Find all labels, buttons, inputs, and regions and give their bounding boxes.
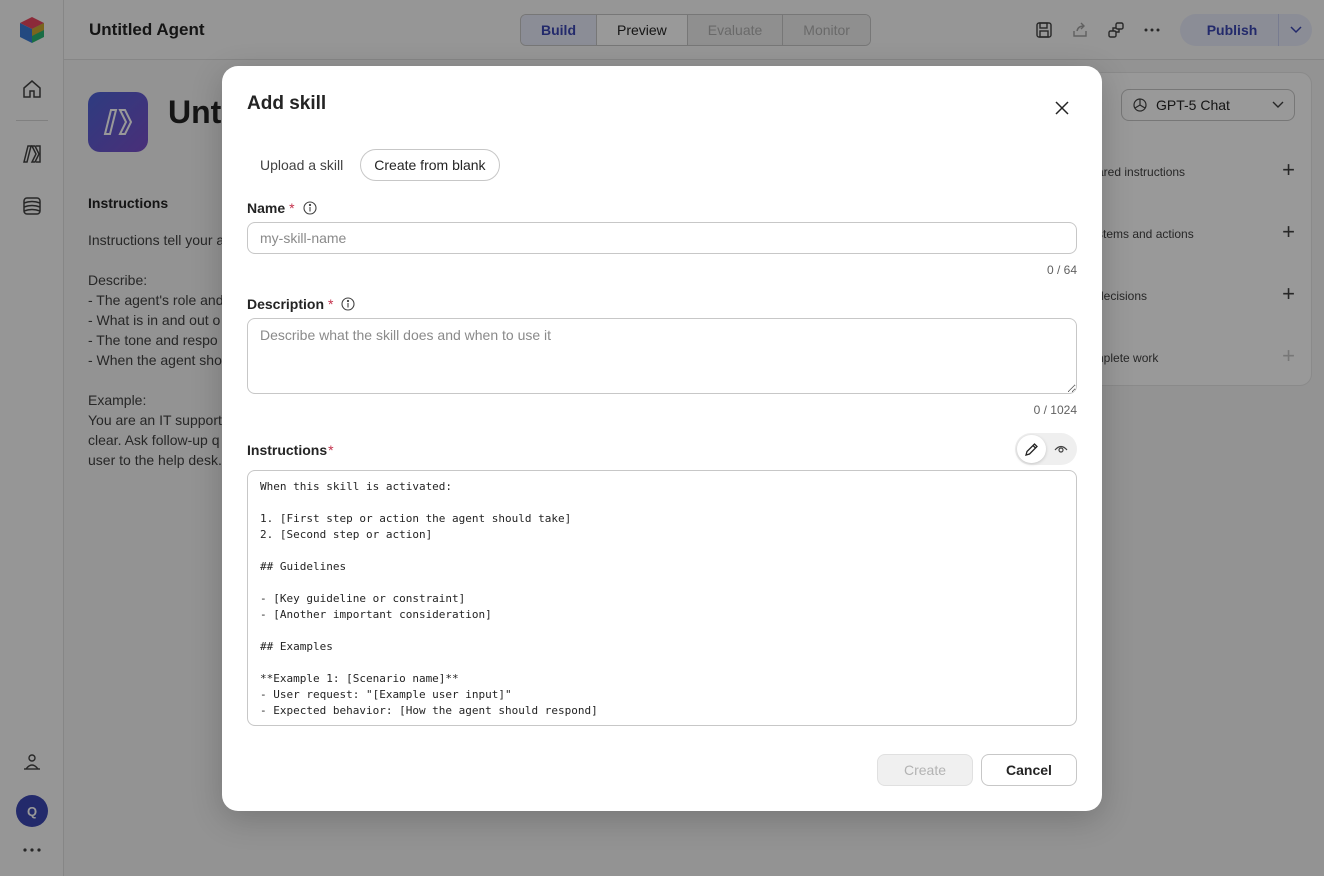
eye-icon <box>1054 445 1067 453</box>
edit-mode-button[interactable] <box>1017 435 1046 463</box>
edit-preview-toggle <box>1015 433 1077 465</box>
tab-create-from-blank[interactable]: Create from blank <box>360 149 500 181</box>
description-label-text: Description <box>247 296 325 312</box>
description-char-counter: 0 / 1024 <box>1033 403 1077 417</box>
required-mark: * <box>289 200 295 216</box>
close-icon[interactable] <box>1050 96 1074 120</box>
dialog-title: Add skill <box>247 93 327 114</box>
description-label: Description * <box>247 296 356 312</box>
preview-mode-button[interactable] <box>1046 435 1075 463</box>
required-mark: * <box>328 442 334 458</box>
tab-upload-skill[interactable]: Upload a skill <box>247 149 356 181</box>
skill-description-textarea[interactable] <box>247 318 1077 394</box>
name-label: Name * <box>247 200 317 216</box>
add-skill-dialog: Add skill Upload a skill Create from bla… <box>222 66 1102 811</box>
instructions-editor[interactable]: When this skill is activated: 1. [First … <box>247 470 1077 726</box>
instructions-label-text: Instructions <box>247 442 328 458</box>
pencil-icon <box>1025 442 1038 456</box>
name-label-text: Name <box>247 200 286 216</box>
info-icon[interactable] <box>303 201 317 215</box>
cancel-button[interactable]: Cancel <box>981 754 1077 786</box>
info-icon[interactable] <box>341 297 356 311</box>
name-char-counter: 0 / 64 <box>1046 263 1077 277</box>
required-mark: * <box>328 296 334 312</box>
skill-name-input[interactable] <box>247 222 1077 254</box>
create-button[interactable]: Create <box>877 754 973 786</box>
skill-source-tabs: Upload a skill Create from blank <box>247 149 500 181</box>
instructions-label: Instructions * <box>247 442 334 458</box>
